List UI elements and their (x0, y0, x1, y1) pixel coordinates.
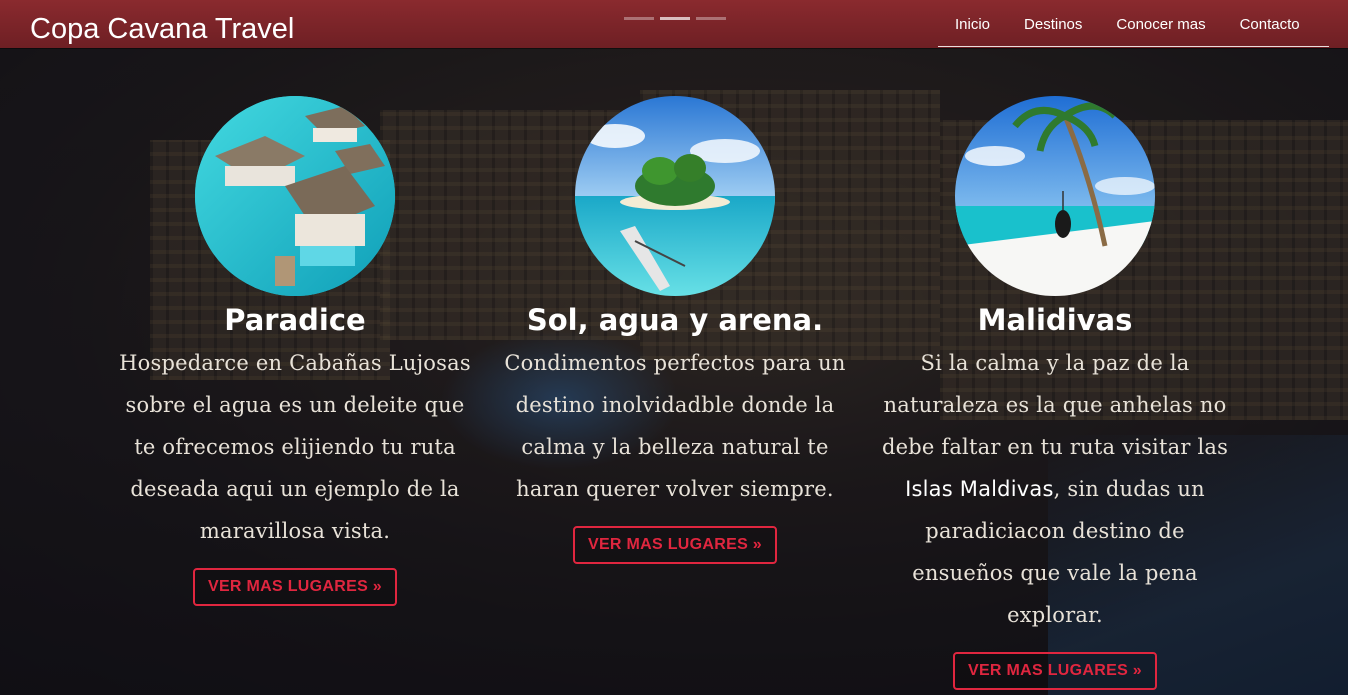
tropical-island-image (575, 96, 775, 296)
nav-link-contacto[interactable]: Contacto (1223, 0, 1317, 34)
card-description: Condimentos perfectos para un destino in… (504, 351, 846, 501)
ver-mas-lugares-button[interactable]: VER MAS LUGARES » (192, 568, 397, 606)
site-header: Copa Cavana Travel Inicio Destinos Conoc… (0, 0, 1348, 48)
main-nav: Inicio Destinos Conocer mas Contacto (938, 0, 1329, 47)
nav-link-inicio[interactable]: Inicio (938, 0, 1007, 34)
card-description: Hospedarce en Cabañas Lujosas sobre el a… (119, 351, 471, 543)
ver-mas-lugares-button[interactable]: VER MAS LUGARES » (572, 526, 777, 564)
carousel-indicator[interactable] (624, 17, 654, 20)
carousel-indicators (624, 17, 726, 20)
destination-card-sol-agua-arena: Sol, agua y arena. Condimentos perfectos… (495, 96, 855, 564)
carousel-indicator-active[interactable] (660, 17, 690, 20)
card-title: Sol, agua y arena. (526, 303, 824, 337)
palm-beach-image (955, 96, 1155, 296)
card-description: Si la calma y la paz de la naturaleza es… (875, 342, 1235, 636)
highlight-islas-maldivas: Islas Maldivas (905, 477, 1054, 501)
destination-card-paradice: Paradice Hospedarce en Cabañas Lujosas s… (115, 96, 475, 606)
nav-link-destinos[interactable]: Destinos (1007, 0, 1099, 34)
nav-link-conocer-mas[interactable]: Conocer mas (1099, 0, 1222, 34)
ver-mas-lugares-button[interactable]: VER MAS LUGARES » (952, 652, 1157, 690)
carousel-indicator[interactable] (696, 17, 726, 20)
card-title: Paradice (224, 303, 366, 337)
destination-card-malidivas: Malidivas Si la calma y la paz de la nat… (875, 96, 1235, 690)
card-title: Malidivas (977, 303, 1133, 337)
brand-logo-text[interactable]: Copa Cavana Travel (30, 12, 294, 46)
description-text: Si la calma y la paz de la naturaleza es… (881, 351, 1229, 459)
overwater-bungalow-image (195, 96, 395, 296)
